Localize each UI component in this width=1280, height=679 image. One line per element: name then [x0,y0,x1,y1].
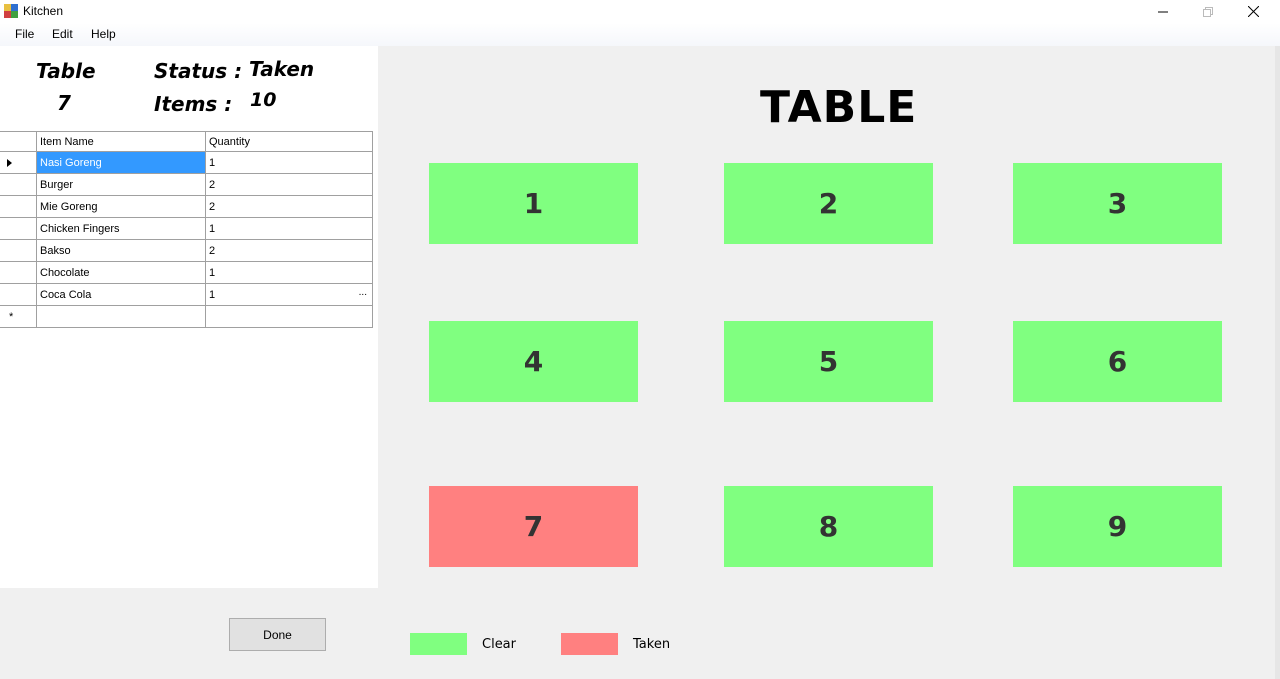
cell-quantity[interactable]: 1 [205,151,373,174]
column-header-item-name[interactable]: Item Name [36,131,206,152]
row-header[interactable] [0,261,37,284]
table-row[interactable]: Burger 2 [0,173,373,196]
legend-taken-label: Taken [633,637,671,652]
current-row-icon [7,158,12,167]
cell-item-name[interactable]: Nasi Goreng [36,151,206,174]
items-value: 10 [250,89,277,111]
row-header[interactable] [0,283,37,306]
table-row[interactable]: Mie Goreng 2 [0,195,373,218]
restore-icon [1203,6,1213,17]
cell-quantity[interactable]: 1... [205,283,373,306]
title-bar: Kitchen [0,0,1280,23]
new-row-icon: * [9,310,14,323]
table-label: Table [36,59,96,83]
cell-item-name[interactable]: Coca Cola [36,283,206,306]
row-header[interactable] [0,217,37,240]
table-button-6[interactable]: 6 [1013,321,1222,402]
maximize-button[interactable] [1185,0,1231,23]
table-button-9[interactable]: 9 [1013,486,1222,567]
column-header-quantity[interactable]: Quantity [205,131,373,152]
table-button-4[interactable]: 4 [429,321,638,402]
cell-quantity[interactable]: 1 [205,261,373,284]
cell-ellipsis: ... [358,287,367,298]
cell-quantity-value: 1 [209,288,216,301]
done-button[interactable]: Done [229,618,326,651]
table-button-8[interactable]: 8 [724,486,933,567]
scrollbar[interactable] [1275,46,1280,679]
cell-item-name[interactable]: Chicken Fingers [36,217,206,240]
table-button-7[interactable]: 7 [429,486,638,567]
minimize-button[interactable] [1140,0,1186,23]
table-button-1[interactable]: 1 [429,163,638,244]
cell-item-name[interactable]: Bakso [36,239,206,262]
menu-file[interactable]: File [15,27,34,41]
legend-clear-swatch [410,633,467,655]
status-value: Taken [249,57,315,81]
cell-item-name[interactable]: Mie Goreng [36,195,206,218]
app-icon [4,4,18,18]
table-row[interactable]: Coca Cola 1... [0,283,373,306]
cell-quantity[interactable] [205,305,373,328]
table-row[interactable]: Chicken Fingers 1 [0,217,373,240]
row-header[interactable] [0,173,37,196]
table-button-5[interactable]: 5 [724,321,933,402]
cell-item-name[interactable] [36,305,206,328]
cell-quantity[interactable]: 2 [205,239,373,262]
cell-quantity[interactable]: 2 [205,195,373,218]
menu-help[interactable]: Help [91,27,116,41]
items-label: Items : [154,92,233,116]
order-grid[interactable]: Item Name Quantity Nasi Goreng 1 Burger … [0,131,378,328]
table-row[interactable]: Nasi Goreng 1 [0,151,373,174]
row-header[interactable] [0,195,37,218]
legend-taken-swatch [561,633,618,655]
table-row[interactable]: Bakso 2 [0,239,373,262]
menu-bar: File Edit Help [0,23,1280,46]
table-row[interactable]: Chocolate 1 [0,261,373,284]
cell-item-name[interactable]: Burger [36,173,206,196]
close-button[interactable] [1230,0,1276,23]
menu-edit[interactable]: Edit [52,27,73,41]
page-title: TABLE [760,82,918,133]
row-header-corner [0,131,37,152]
row-header[interactable] [0,239,37,262]
cell-item-name[interactable]: Chocolate [36,261,206,284]
new-row[interactable]: * [0,305,373,328]
table-button-2[interactable]: 2 [724,163,933,244]
row-header[interactable]: * [0,305,37,328]
table-number: 7 [57,91,71,115]
window-title: Kitchen [23,4,64,18]
row-header[interactable] [0,151,37,174]
status-label: Status : [154,59,243,83]
cell-quantity[interactable]: 2 [205,173,373,196]
close-icon [1247,6,1259,17]
minimize-icon [1158,11,1168,12]
legend-clear-label: Clear [482,637,516,652]
grid-header-row: Item Name Quantity [0,131,373,152]
cell-quantity[interactable]: 1 [205,217,373,240]
table-button-3[interactable]: 3 [1013,163,1222,244]
